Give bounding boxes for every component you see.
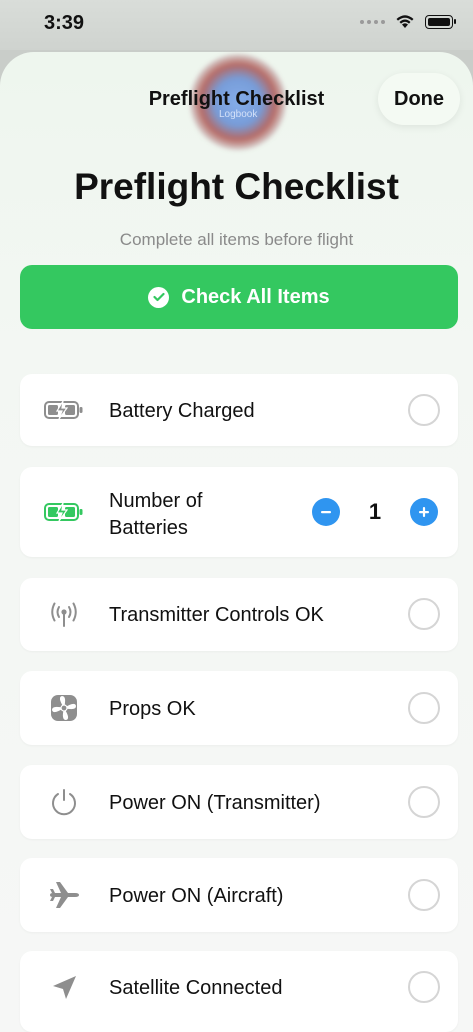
checklist-item-number-of-batteries: Number of Batteries 1: [20, 467, 458, 557]
item-label: Satellite Connected: [109, 977, 283, 999]
item-label-line2: Batteries: [109, 517, 188, 539]
checklist-item-battery-charged[interactable]: Battery Charged: [20, 374, 458, 446]
check-all-button[interactable]: Check All Items: [20, 265, 458, 329]
item-label: Battery Charged: [109, 400, 255, 422]
item-label: Props OK: [109, 698, 196, 720]
page-subtitle: Complete all items before flight: [119, 230, 354, 249]
done-button[interactable]: Done: [378, 73, 460, 125]
item-checkbox[interactable]: [408, 692, 440, 724]
checklist-item-transmitter-controls[interactable]: Transmitter Controls OK: [20, 578, 458, 651]
item-checkbox[interactable]: [408, 971, 440, 1003]
checklist-sheet: Logbook Preflight Checklist Done Preflig…: [0, 52, 473, 1032]
battery-status-icon: [425, 14, 456, 29]
battery-charging-green-icon: [44, 497, 84, 527]
item-checkbox[interactable]: [408, 879, 440, 911]
wifi-icon: [396, 15, 414, 28]
increment-button[interactable]: [410, 498, 438, 526]
item-label-line1: Number of: [109, 490, 203, 512]
item-checkbox[interactable]: [408, 394, 440, 426]
fan-icon: [44, 693, 84, 723]
status-icons: [360, 14, 456, 29]
item-label: Number of Batteries: [109, 488, 202, 542]
status-time: 3:39: [44, 12, 85, 34]
item-checkbox[interactable]: [408, 598, 440, 630]
status-bar: 3:39: [0, 0, 473, 50]
battery-count-stepper[interactable]: 1: [312, 498, 438, 526]
checklist-item-satellite-connected[interactable]: Satellite Connected: [20, 951, 458, 1032]
decrement-button[interactable]: [312, 498, 340, 526]
item-checkbox[interactable]: [408, 786, 440, 818]
item-label: Transmitter Controls OK: [109, 604, 324, 626]
page-title: Preflight Checklist: [74, 166, 399, 207]
cellular-signal-icon: [360, 19, 385, 24]
check-all-label: Check All Items: [181, 285, 330, 308]
item-label: Power ON (Aircraft): [109, 885, 284, 907]
checklist-item-power-transmitter[interactable]: Power ON (Transmitter): [20, 765, 458, 839]
battery-count-value: 1: [368, 499, 382, 524]
airplane-icon: [44, 880, 84, 910]
battery-charging-icon: [44, 395, 84, 425]
power-icon: [44, 787, 84, 817]
checklist-item-power-aircraft[interactable]: Power ON (Aircraft): [20, 858, 458, 932]
checklist-item-props[interactable]: Props OK: [20, 671, 458, 745]
item-label: Power ON (Transmitter): [109, 792, 321, 814]
location-arrow-icon: [44, 973, 84, 1003]
antenna-icon: [44, 600, 84, 630]
checkmark-circle-icon: [148, 286, 170, 308]
